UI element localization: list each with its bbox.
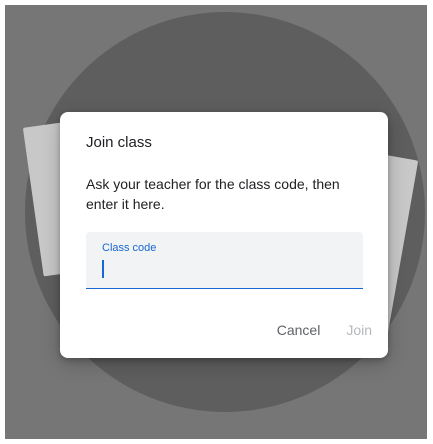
class-code-label: Class code <box>102 242 157 254</box>
class-code-input[interactable] <box>101 256 346 280</box>
join-button[interactable]: Join <box>346 322 372 338</box>
dialog-instructions: Ask your teacher for the class code, the… <box>86 176 340 212</box>
dialog-actions: Cancel Join <box>277 322 372 338</box>
join-class-dialog: Join class Ask your teacher for the clas… <box>60 112 388 358</box>
cancel-button[interactable]: Cancel <box>277 322 321 338</box>
text-caret <box>102 260 104 278</box>
dialog-title: Join class <box>86 134 152 151</box>
class-code-field[interactable]: Class code <box>86 232 363 289</box>
